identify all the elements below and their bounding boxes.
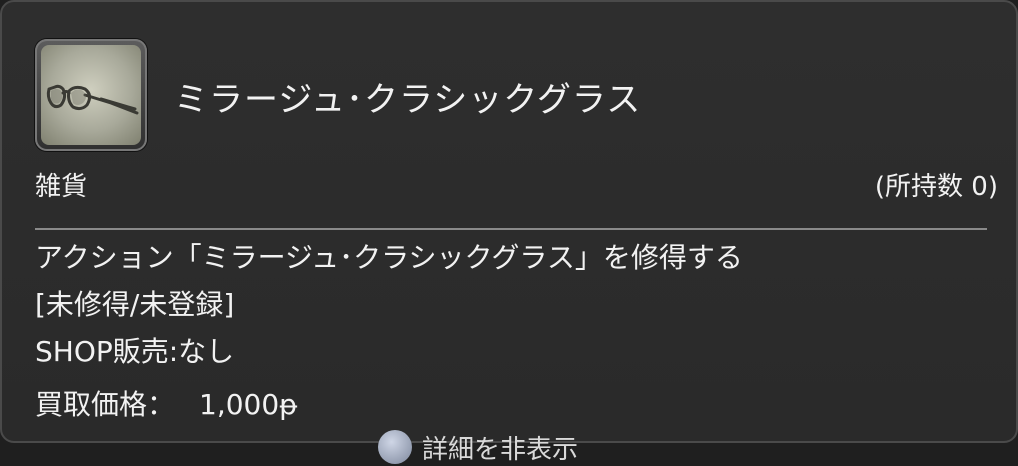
- toggle-details-button[interactable]: 詳細を非表示: [378, 430, 578, 465]
- sell-price-label: 買取価格：: [35, 388, 176, 421]
- item-category: 雑貨: [35, 172, 88, 202]
- controller-button-icon: [378, 430, 412, 464]
- item-name: ミラージュ･クラシックグラス: [174, 80, 642, 120]
- sell-price-value: 1,000ᵽ: [199, 388, 298, 421]
- item-tooltip: ミラージュ･クラシックグラス 雑貨 (所持数 0) アクション「ミラージュ･クラ…: [0, 0, 1018, 465]
- toggle-details-label: 詳細を非表示: [422, 434, 579, 465]
- learn-status: [未修得/未登録]: [35, 288, 235, 321]
- owned-count: (所持数 0): [874, 172, 998, 202]
- item-icon-frame: [35, 39, 147, 151]
- action-description: アクション「ミラージュ･クラシックグラス」を修得する: [35, 241, 743, 274]
- glasses-icon: [41, 45, 141, 145]
- shop-sale-info: SHOP販売:なし: [35, 335, 235, 368]
- sell-price-row: 買取価格： 1,000ᵽ: [35, 383, 298, 423]
- divider: [35, 228, 987, 230]
